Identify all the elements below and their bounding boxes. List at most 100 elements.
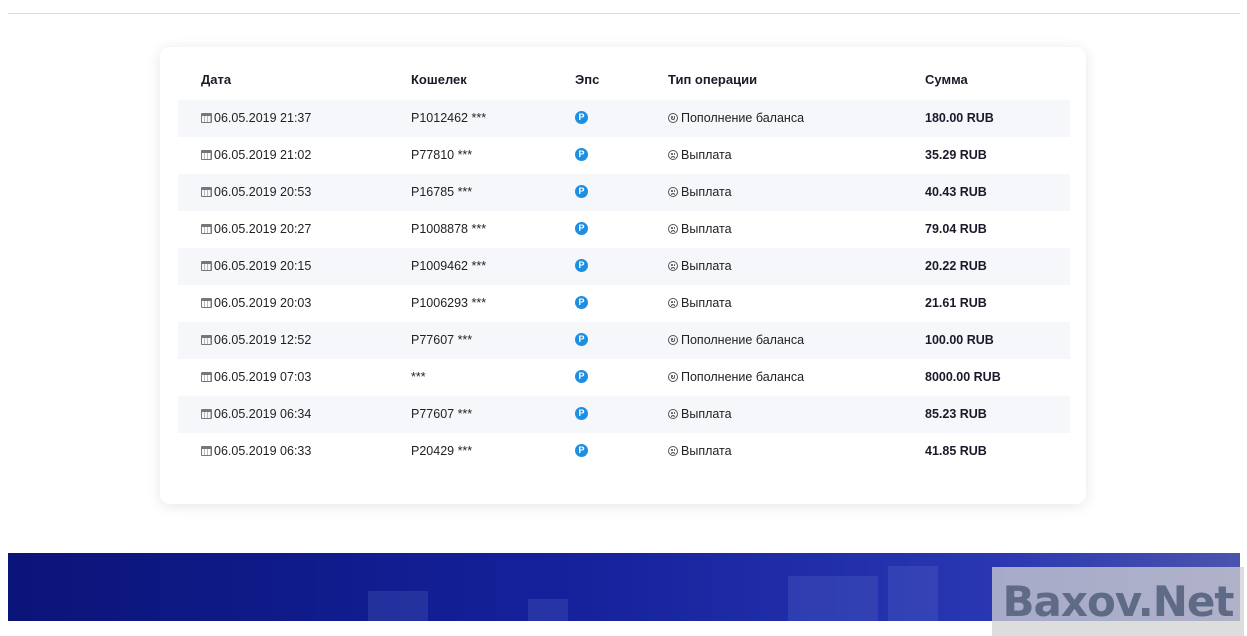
table-row: 06.05.2019 07:03 *** P Пополнение баланса 80… bbox=[178, 359, 1070, 396]
date-text: 06.05.2019 06:34 bbox=[214, 407, 312, 421]
type-cell: Пополнение баланса bbox=[668, 322, 804, 359]
frown-icon bbox=[668, 446, 678, 456]
calendar-icon bbox=[201, 224, 212, 234]
payeer-icon: P bbox=[575, 406, 588, 420]
date-text: 06.05.2019 20:53 bbox=[214, 185, 312, 199]
payeer-icon: P bbox=[575, 332, 588, 346]
frown-icon bbox=[668, 150, 678, 160]
wallet-cell: P1008878 *** bbox=[411, 222, 487, 236]
eps-cell: P bbox=[575, 433, 588, 470]
wallet-cell: P77607 *** bbox=[411, 407, 473, 421]
type-cell: Выплата bbox=[668, 174, 732, 211]
wallet-cell: P1006293 *** bbox=[411, 296, 487, 310]
sum-cell: 8000.00 RUB bbox=[925, 370, 1001, 384]
date-cell: 06.05.2019 06:34 bbox=[201, 396, 311, 433]
frown-icon bbox=[668, 224, 678, 234]
calendar-icon bbox=[201, 372, 212, 382]
date-text: 06.05.2019 06:33 bbox=[214, 444, 312, 458]
wallet-cell: P1012462 *** bbox=[411, 111, 487, 125]
eps-cell: P bbox=[575, 396, 588, 433]
header-sum: Сумма bbox=[925, 72, 968, 87]
calendar-icon bbox=[201, 187, 212, 197]
smile-icon bbox=[668, 372, 678, 382]
date-text: 06.05.2019 21:02 bbox=[214, 148, 312, 162]
sum-cell: 41.85 RUB bbox=[925, 444, 987, 458]
sum-cell: 40.43 RUB bbox=[925, 185, 987, 199]
eps-cell: P bbox=[575, 174, 588, 211]
table-row: 06.05.2019 06:33 P20429 *** P Выплата 41.85 … bbox=[178, 433, 1070, 470]
header-date: Дата bbox=[201, 72, 232, 87]
table-row: 06.05.2019 06:34 P77607 *** P Выплата 85.23 … bbox=[178, 396, 1070, 433]
payeer-icon: P bbox=[575, 184, 588, 198]
table-row: 06.05.2019 20:03 P1006293 *** P Выплата 21.6… bbox=[178, 285, 1070, 322]
payeer-icon: P bbox=[575, 110, 588, 124]
type-text: Выплата bbox=[681, 259, 732, 273]
calendar-icon bbox=[201, 298, 212, 308]
type-text: Выплата bbox=[681, 148, 732, 162]
date-cell: 06.05.2019 21:02 bbox=[201, 137, 311, 174]
type-cell: Выплата bbox=[668, 211, 732, 248]
payeer-icon: P bbox=[575, 443, 588, 457]
date-cell: 06.05.2019 21:37 bbox=[201, 100, 311, 137]
wallet-cell: P77607 *** bbox=[411, 333, 473, 347]
wallet-cell: P20429 *** bbox=[411, 444, 473, 458]
date-cell: 06.05.2019 12:52 bbox=[201, 322, 311, 359]
type-text: Пополнение баланса bbox=[681, 370, 805, 384]
type-cell: Выплата bbox=[668, 396, 732, 433]
type-text: Выплата bbox=[681, 222, 732, 236]
sum-cell: 20.22 RUB bbox=[925, 259, 987, 273]
top-divider bbox=[8, 13, 1240, 14]
date-text: 06.05.2019 20:15 bbox=[214, 259, 312, 273]
type-text: Пополнение баланса bbox=[681, 333, 805, 347]
type-cell: Выплата bbox=[668, 433, 732, 470]
type-text: Выплата bbox=[681, 407, 732, 421]
date-cell: 06.05.2019 20:03 bbox=[201, 285, 311, 322]
sum-cell: 85.23 RUB bbox=[925, 407, 987, 421]
calendar-icon bbox=[201, 446, 212, 456]
wallet-cell: P16785 *** bbox=[411, 185, 473, 199]
date-text: 06.05.2019 20:03 bbox=[214, 296, 312, 310]
type-text: Пополнение баланса bbox=[681, 111, 805, 125]
table-header: Дата Кошелек Эпс Тип операции Сумма bbox=[178, 72, 1070, 94]
sum-cell: 79.04 RUB bbox=[925, 222, 987, 236]
date-cell: 06.05.2019 06:33 bbox=[201, 433, 311, 470]
frown-icon bbox=[668, 298, 678, 308]
header-type: Тип операции bbox=[668, 72, 758, 87]
eps-cell: P bbox=[575, 322, 588, 359]
eps-cell: P bbox=[575, 211, 588, 248]
payeer-icon: P bbox=[575, 369, 588, 383]
date-text: 06.05.2019 21:37 bbox=[214, 111, 312, 125]
smile-icon bbox=[668, 113, 678, 123]
eps-cell: P bbox=[575, 359, 588, 396]
frown-icon bbox=[668, 409, 678, 419]
eps-cell: P bbox=[575, 100, 588, 137]
calendar-icon bbox=[201, 261, 212, 271]
type-cell: Пополнение баланса bbox=[668, 100, 804, 137]
type-text: Выплата bbox=[681, 296, 732, 310]
type-text: Выплата bbox=[681, 444, 732, 458]
smile-icon bbox=[668, 335, 678, 345]
table-row: 06.05.2019 21:37 P1012462 *** P Пополнение … bbox=[178, 100, 1070, 137]
wallet-cell: P1009462 *** bbox=[411, 259, 487, 273]
frown-icon bbox=[668, 261, 678, 271]
table-row: 06.05.2019 20:15 P1009462 *** P Выплата 20.2… bbox=[178, 248, 1070, 285]
header-wallet: Кошелек bbox=[411, 72, 467, 87]
type-cell: Пополнение баланса bbox=[668, 359, 804, 396]
table-row: 06.05.2019 20:53 P16785 *** P Выплата 40.43 … bbox=[178, 174, 1070, 211]
type-cell: Выплата bbox=[668, 285, 732, 322]
history-card: Дата Кошелек Эпс Тип операции Сумма 06.0… bbox=[160, 47, 1086, 504]
sum-cell: 35.29 RUB bbox=[925, 148, 987, 162]
wallet-cell: *** bbox=[411, 370, 426, 384]
wallet-cell: P77810 *** bbox=[411, 148, 473, 162]
calendar-icon bbox=[201, 335, 212, 345]
date-text: 06.05.2019 12:52 bbox=[214, 333, 312, 347]
date-text: 06.05.2019 07:03 bbox=[214, 370, 312, 384]
table-row: 06.05.2019 12:52 P77607 *** P Пополнение ба… bbox=[178, 322, 1070, 359]
calendar-icon bbox=[201, 150, 212, 160]
table-row: 06.05.2019 21:02 P77810 *** P Выплата 35.29 … bbox=[178, 137, 1070, 174]
table-body: 06.05.2019 21:37 P1012462 *** P Пополнение … bbox=[178, 100, 1070, 470]
date-cell: 06.05.2019 20:27 bbox=[201, 211, 311, 248]
calendar-icon bbox=[201, 409, 212, 419]
payeer-icon: P bbox=[575, 147, 588, 161]
payeer-icon: P bbox=[575, 221, 588, 235]
